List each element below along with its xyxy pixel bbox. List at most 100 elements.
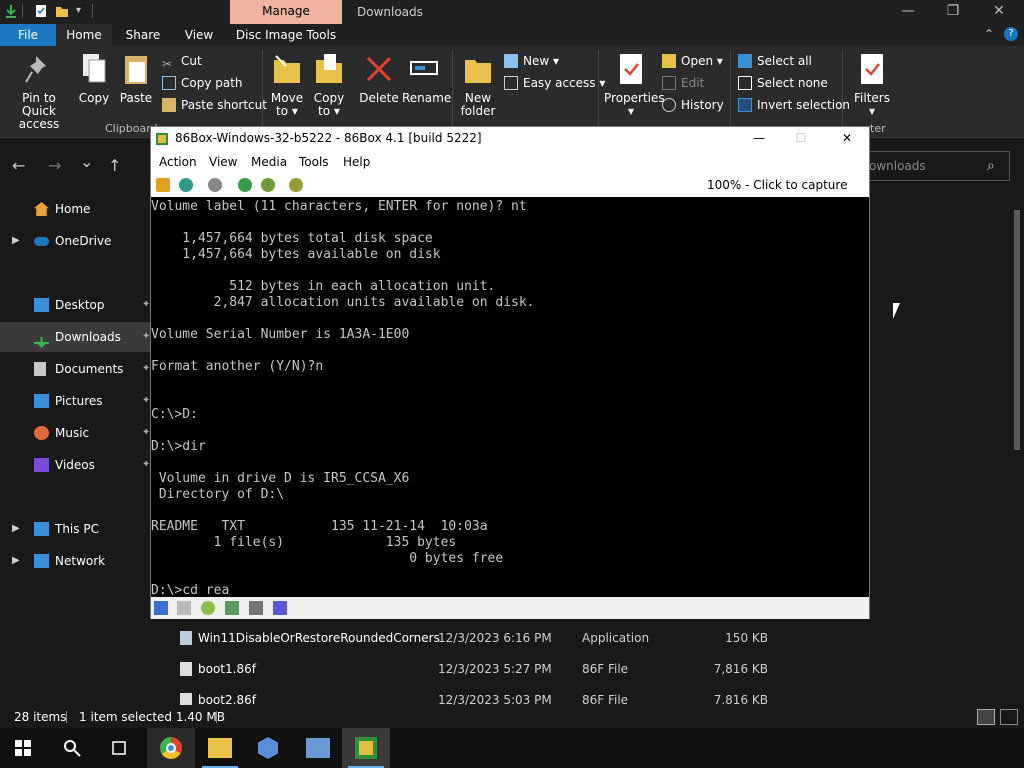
close-button[interactable]: ✕ (976, 0, 1022, 24)
expand-chevron-icon[interactable]: ▶ (12, 226, 20, 256)
vertical-scrollbar[interactable] (1014, 210, 1020, 450)
collapse-ribbon-icon[interactable]: ⌃ (984, 27, 994, 41)
title-bar: ▾ Manage Downloads — ❐ ✕ (0, 0, 1024, 24)
back-button[interactable]: ← (12, 156, 25, 175)
new-folder-button[interactable]: New folder (458, 52, 498, 118)
sidebar-item-this-pc[interactable]: ▶ This PC (0, 514, 158, 544)
hard-reset-icon[interactable] (261, 178, 275, 192)
tab-disc-image-tools[interactable]: Disc Image Tools (232, 24, 340, 46)
tab-view[interactable]: View (176, 24, 222, 46)
hard-disk-icon[interactable] (225, 601, 239, 615)
copy-icon (83, 54, 106, 83)
easy-access-button[interactable]: Easy access ▾ (504, 74, 605, 92)
menu-help[interactable]: Help (343, 151, 370, 173)
select-all-button[interactable]: Select all (738, 52, 812, 70)
delete-button[interactable]: Delete (358, 52, 400, 105)
copy-label: Copy (78, 91, 110, 105)
divider (22, 4, 23, 18)
86box-close-button[interactable]: ✕ (837, 127, 857, 149)
paste-button[interactable]: Paste (118, 52, 154, 105)
paste-shortcut-button[interactable]: Paste shortcut (162, 96, 267, 114)
chrome-icon-center (166, 743, 176, 753)
expand-chevron-icon[interactable]: ▶ (12, 546, 20, 576)
menu-action[interactable]: Action (159, 151, 197, 173)
menu-media[interactable]: Media (251, 151, 287, 173)
search-input[interactable]: ownloads ⌕ (862, 151, 1010, 181)
sidebar-item-network[interactable]: ▶ Network (0, 546, 158, 576)
86box-window-title: 86Box-Windows-32-b5222 - 86Box 4.1 [buil… (175, 131, 482, 145)
photos-taskbar-button[interactable] (294, 728, 342, 768)
recent-locations-button[interactable]: ⌄ (80, 152, 93, 171)
download-arrow-icon[interactable] (4, 4, 18, 18)
new-item-icon (504, 54, 518, 68)
menu-view[interactable]: View (209, 151, 237, 173)
chrome-taskbar-button[interactable] (147, 728, 195, 768)
sidebar-item-downloads[interactable]: Downloads ✦ (0, 322, 158, 352)
manage-tab[interactable]: Manage (230, 0, 342, 24)
windows-start-icon[interactable] (15, 740, 31, 756)
ctrl-alt-del-icon[interactable] (208, 178, 222, 192)
large-icons-view-icon[interactable] (1000, 709, 1018, 725)
settings-icon[interactable] (238, 178, 252, 192)
task-view-icon[interactable] (110, 739, 128, 757)
sidebar-item-home[interactable]: Home (0, 194, 158, 224)
floppy-drive-2-icon[interactable] (177, 601, 191, 615)
network-adapter-icon[interactable] (249, 601, 263, 615)
table-row[interactable]: boot2.86f 12/3/2023 5:03 PM 86F File 7.8… (170, 685, 770, 705)
copy-to-button[interactable]: Copy to ▾ (310, 52, 348, 118)
properties-icon[interactable] (34, 4, 48, 18)
properties-button[interactable]: Properties ▾ (604, 52, 665, 118)
cut-button[interactable]: ✂ Cut (162, 52, 202, 71)
floppy-drive-icon[interactable] (154, 601, 168, 615)
expand-chevron-icon[interactable]: ▶ (12, 514, 20, 544)
pin-to-quick-access-button[interactable]: Pin to Quick access (4, 52, 74, 131)
sidebar-item-desktop[interactable]: Desktop ✦ (0, 290, 158, 320)
sidebar-item-pictures[interactable]: Pictures ✦ (0, 386, 158, 416)
table-row[interactable]: boot1.86f 12/3/2023 5:27 PM 86F File 7,8… (170, 654, 770, 684)
sidebar-item-documents[interactable]: Documents ✦ (0, 354, 158, 384)
cdrom-icon[interactable] (201, 601, 215, 615)
menu-tools[interactable]: Tools (299, 151, 329, 173)
sidebar-item-videos[interactable]: Videos ✦ (0, 450, 158, 480)
rename-button[interactable]: Rename (402, 52, 451, 105)
edit-button[interactable]: Edit (662, 74, 704, 92)
select-none-button[interactable]: Select none (738, 74, 828, 92)
details-view-icon[interactable] (977, 709, 995, 725)
table-row[interactable]: Win11DisableOrRestoreRoundedCorners 12/3… (170, 623, 770, 653)
copy-button[interactable]: Copy (76, 52, 112, 105)
open-button[interactable]: Open ▾ (662, 52, 723, 70)
console-line: 1,457,664 bytes total disk space (151, 231, 433, 246)
tab-share[interactable]: Share (120, 24, 166, 46)
new-folder-icon[interactable] (55, 4, 69, 18)
customize-toolbar-icon[interactable]: ▾ (76, 5, 81, 16)
file-explorer-taskbar-button[interactable] (196, 728, 244, 768)
up-button[interactable]: ↑ (108, 156, 121, 175)
move-to-button[interactable]: Move to ▾ (268, 52, 306, 118)
pause-icon[interactable] (156, 178, 170, 192)
machine-settings-icon[interactable] (289, 178, 303, 192)
emulator-screen[interactable]: Volume label (11 characters, ENTER for n… (151, 197, 869, 597)
tab-home[interactable]: Home (56, 24, 112, 46)
new-item-button[interactable]: New ▾ (504, 52, 559, 70)
invert-selection-button[interactable]: Invert selection (738, 96, 850, 114)
console-line: D:\>dir (151, 439, 206, 454)
86box-minimize-button[interactable]: — (749, 127, 769, 149)
sound-icon[interactable] (273, 601, 287, 615)
history-button[interactable]: History (662, 96, 724, 114)
console-line: 0 bytes free (151, 551, 504, 566)
search-icon[interactable] (63, 739, 81, 757)
sidebar-item-music[interactable]: Music ✦ (0, 418, 158, 448)
tab-file[interactable]: File (0, 24, 56, 46)
maximize-button[interactable]: ❐ (930, 0, 976, 24)
help-icon[interactable]: ? (1004, 27, 1018, 41)
86box-taskbar-button[interactable] (342, 728, 390, 768)
minimize-button[interactable]: — (885, 0, 931, 24)
move-to-icon (274, 55, 300, 83)
sidebar-item-onedrive[interactable]: ▶ OneDrive (0, 226, 158, 256)
forward-button[interactable]: → (48, 156, 61, 175)
virtualbox-taskbar-button[interactable] (244, 728, 292, 768)
86box-maximize-button[interactable]: ☐ (791, 127, 811, 149)
filters-button[interactable]: Filters ▾ (850, 52, 894, 118)
reset-icon[interactable] (179, 178, 193, 192)
copy-path-button[interactable]: Copy path (162, 74, 243, 92)
